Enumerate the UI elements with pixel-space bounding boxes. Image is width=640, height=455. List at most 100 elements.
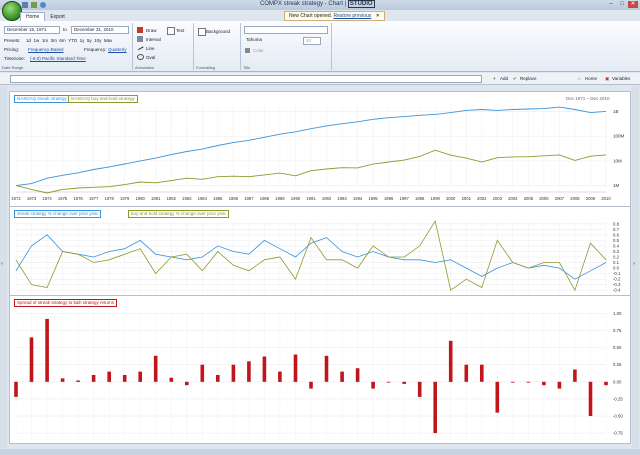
preset-5y[interactable]: 5y	[87, 38, 92, 43]
returns-line-chart: 0.80.70.60.50.40.30.20.10.0-0.1-0.2-0.3-…	[15, 219, 621, 293]
print-icon[interactable]	[31, 2, 37, 8]
y-tick-label: 0.5	[613, 238, 620, 243]
address-bar: + Add ✔ Replace ⌂ Home ▣ Variables	[0, 73, 640, 85]
maximize-button[interactable]: □	[617, 1, 627, 8]
variables-button[interactable]: Variables	[612, 76, 630, 81]
spread-bar	[340, 371, 344, 382]
spread-bar	[355, 368, 360, 382]
text-icon	[167, 27, 175, 35]
title-text-field[interactable]	[244, 26, 328, 34]
y-tick-label: -0.1	[613, 271, 621, 276]
app-menu-orb-icon[interactable]	[2, 1, 22, 21]
from-date-field[interactable]: December 15, 1971	[4, 26, 60, 34]
y-tick-label: 100M	[613, 134, 625, 139]
spread-bar	[386, 381, 391, 383]
spread-bar	[76, 380, 80, 382]
x-tick-label: 1994	[353, 196, 363, 201]
minimize-button[interactable]: –	[606, 1, 616, 8]
color-swatch-icon	[245, 48, 250, 53]
line-button[interactable]: Line	[146, 46, 155, 51]
spread-bar	[293, 354, 298, 382]
spread-bar	[262, 356, 267, 382]
price-chart-panel: 1B 100M 10M 1M 1972 1973 1974 1975 1976 1977 1978 1…	[9, 91, 631, 207]
draw-button[interactable]: Draw	[146, 28, 157, 33]
y-tick-label: 1M	[613, 183, 620, 188]
right-collapse-strip[interactable]: ›	[632, 86, 639, 448]
font-family-select[interactable]: Tahoma	[244, 37, 302, 43]
legend-buy-hold-change: buy-and-hold strategy % change over prio…	[128, 210, 230, 218]
spread-bar	[324, 355, 329, 382]
y-tick-label: 0.7	[613, 227, 620, 232]
group-label: Formatting	[196, 65, 216, 70]
x-tick-label: 1973	[27, 196, 37, 201]
y-tick-label: 0.25	[613, 362, 622, 367]
spread-bar	[402, 381, 406, 384]
home-icon: ⌂	[578, 76, 581, 81]
save-icon[interactable]	[22, 2, 28, 8]
x-tick-label: 1998	[415, 196, 425, 201]
left-collapse-strip[interactable]: ‹	[0, 86, 7, 448]
spread-bar	[511, 381, 515, 383]
x-tick-label: 1978	[104, 196, 114, 201]
add-button[interactable]: Add	[500, 76, 508, 81]
preset-6m[interactable]: 6m	[59, 38, 65, 43]
spread-bar	[45, 318, 49, 382]
spread-bar	[495, 381, 500, 413]
date-range-label: Dec 1971 – Dec 2010	[566, 96, 610, 101]
preset-1m[interactable]: 1m	[42, 38, 48, 43]
interval-button[interactable]: Interval	[146, 37, 161, 42]
y-tick-label: -0.2	[613, 277, 621, 282]
x-tick-label: 1995	[368, 196, 378, 201]
spread-bar	[91, 375, 96, 382]
spread-bar	[557, 381, 562, 389]
timezone-dropdown[interactable]: (-8.0) Pacific Standard Time	[30, 56, 86, 61]
group-label: Annotation	[135, 65, 155, 70]
x-tick-label: 2008	[570, 196, 580, 201]
text-button[interactable]: Text	[176, 28, 184, 33]
help-icon[interactable]	[40, 2, 46, 8]
frequency-dropdown[interactable]: Quarterly	[108, 47, 127, 52]
spread-chart-panel: 1.00 0.75 0.50 0.25 0.00 -0.25 -0.50 -0.75 Spre…	[9, 295, 631, 444]
close-icon[interactable]: ✕	[376, 13, 380, 19]
background-icon	[198, 28, 206, 36]
preset-1y[interactable]: 1y	[80, 38, 85, 43]
y-tick-label: -0.3	[613, 282, 621, 287]
preset-ytd[interactable]: YTD	[68, 38, 77, 43]
to-label: to	[63, 27, 67, 32]
spread-bar	[200, 364, 205, 382]
home-button[interactable]: Home	[585, 76, 597, 81]
preset-3m[interactable]: 3m	[51, 38, 57, 43]
background-button[interactable]: Background	[206, 29, 230, 34]
spread-bar	[14, 381, 18, 397]
x-tick-label: 2006	[539, 196, 549, 201]
spread-bar-chart: 1.00 0.75 0.50 0.25 0.00 -0.25 -0.50 -0.75	[14, 310, 623, 440]
preset-max[interactable]: Max	[104, 38, 113, 43]
oval-button[interactable]: Oval	[146, 55, 155, 60]
y-tick-label: 10M	[613, 158, 622, 163]
font-size-select[interactable]: 10	[303, 37, 321, 45]
spread-bar	[107, 371, 111, 382]
spread-bar	[29, 337, 34, 382]
to-date-field[interactable]: December 31, 2010	[71, 26, 129, 34]
spread-bar	[231, 364, 236, 382]
preset-1w[interactable]: 1w	[34, 38, 40, 43]
ribbon: December 15, 1971 to December 31, 2010 P…	[0, 21, 640, 72]
color-button[interactable]: Color	[253, 48, 264, 53]
notification-text: New Chart opened.	[289, 13, 333, 19]
pricing-dropdown[interactable]: Frequency-Based	[28, 47, 64, 52]
spread-bar	[417, 381, 422, 397]
chevron-left-icon: ‹	[1, 261, 3, 267]
restore-previous-link[interactable]: Restore previous	[333, 13, 371, 19]
spread-bar	[542, 381, 546, 386]
preset-10y[interactable]: 10y	[94, 38, 101, 43]
x-tick-label: 2009	[586, 196, 596, 201]
x-tick-label: 1980	[136, 196, 146, 201]
x-tick-label: 1976	[73, 196, 83, 201]
spread-bar	[588, 381, 593, 416]
formula-input[interactable]	[10, 75, 482, 83]
x-tick-label: 1990	[291, 196, 301, 201]
replace-button[interactable]: Replace	[520, 76, 537, 81]
notification-banner: New Chart opened. Restore previous ✕	[284, 11, 385, 21]
close-button[interactable]: ✕	[628, 1, 638, 8]
preset-1d[interactable]: 1d	[26, 38, 31, 43]
